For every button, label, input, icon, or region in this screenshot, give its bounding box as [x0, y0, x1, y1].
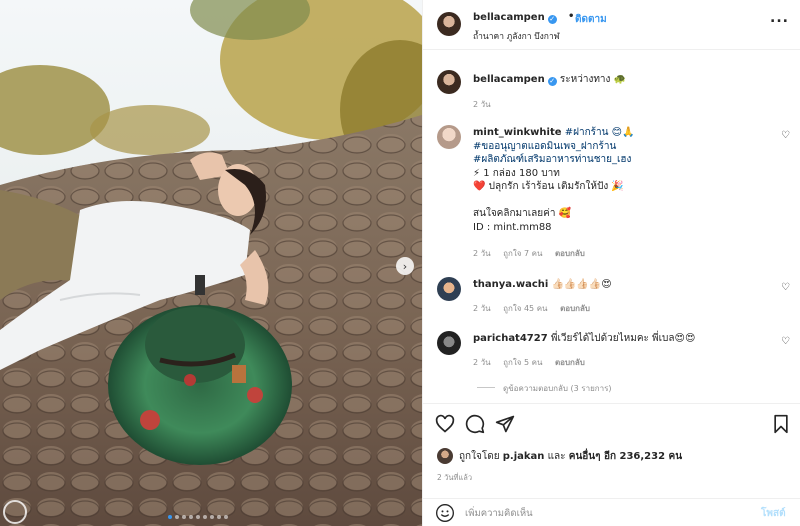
carousel-next-button[interactable]: ›	[396, 257, 414, 275]
comment-like-heart-icon[interactable]: ♡	[781, 130, 790, 141]
photo-illustration	[0, 0, 422, 526]
comment-line[interactable]: #ฝากร้าน 😊🙏	[565, 127, 635, 138]
comment-mint-winkwhite: mint_winkwhite #ฝากร้าน 😊🙏 #ขออนุญาตแอดม…	[473, 126, 773, 234]
comment-likes[interactable]: ถูกใจ 7 คน	[503, 249, 542, 258]
carousel-dot	[210, 515, 214, 519]
comment-username[interactable]: parichat4727	[473, 333, 548, 344]
add-comment-bar: โพสต์	[423, 498, 800, 526]
liker-avatar[interactable]	[437, 448, 453, 464]
caption-text: ระหว่างทาง 🐢	[559, 74, 627, 85]
comment-meta: 2 วัน ถูกใจ 5 คน ตอบกลับ	[473, 356, 595, 369]
post-timestamp[interactable]: 2 วันที่แล้ว	[437, 472, 472, 484]
comment-likes[interactable]: ถูกใจ 45 คน	[503, 304, 547, 313]
follow-button[interactable]: ติดตาม	[575, 12, 607, 27]
comment-time[interactable]: 2 วัน	[473, 358, 491, 367]
comment-parichat4727: parichat4727 พี่เวียร์ได้ไปด้วยไหมคะ พี่…	[473, 332, 773, 346]
reply-button[interactable]: ตอบกลับ	[555, 358, 585, 367]
post-location[interactable]: ถ้ำนาคา ภูลังกา บึงกาฬ	[473, 29, 560, 43]
reply-button[interactable]: ตอบกลับ	[555, 249, 585, 258]
carousel-dot	[189, 515, 193, 519]
comment-like-heart-icon[interactable]: ♡	[781, 336, 790, 347]
likes-others[interactable]: คนอื่นๆ อีก 236,232 คน	[569, 449, 682, 464]
view-replies-label[interactable]: ดูข้อความตอบกลับ (3 รายการ)	[503, 384, 612, 393]
post-side-panel: bellacampen ✓ • ติดตาม ถ้ำนาคา ภูลังกา บึ…	[422, 0, 800, 526]
carousel-dot	[175, 515, 179, 519]
comment-text: 👍🏻👍🏻👍🏻👍🏻😍	[551, 279, 612, 290]
comment-line: สนใจคลิกมาเลยค่า 🥰	[473, 208, 572, 219]
comment-meta: 2 วัน ถูกใจ 7 คน ตอบกลับ	[473, 247, 595, 260]
carousel-dot	[224, 515, 228, 519]
verified-badge-icon: ✓	[547, 77, 557, 86]
caption-time[interactable]: 2 วัน	[473, 100, 491, 109]
reply-button[interactable]: ตอบกลับ	[560, 304, 590, 313]
view-replies-button[interactable]: ดูข้อความตอบกลับ (3 รายการ)	[477, 382, 612, 395]
carousel-dots	[168, 515, 228, 519]
comment-line: ID : mint.mm88	[473, 221, 552, 233]
commenter-avatar[interactable]	[437, 125, 461, 149]
comment-likes[interactable]: ถูกใจ 5 คน	[503, 358, 542, 367]
verified-badge-icon: ✓	[547, 15, 557, 24]
comment-time[interactable]: 2 วัน	[473, 249, 491, 258]
comment-username[interactable]: mint_winkwhite	[473, 127, 562, 138]
likes-summary: ถูกใจโดย p.jakan และ คนอื่นๆ อีก 236,232…	[437, 448, 682, 464]
comment-line: ❤️ ปลุกรัก เร้าร้อน เติมรักให้ปัง 🎉	[473, 181, 624, 192]
liker-username[interactable]: p.jakan	[503, 451, 545, 462]
author-username[interactable]: bellacampen ✓	[473, 12, 557, 24]
commenter-avatar[interactable]	[437, 277, 461, 301]
like-button[interactable]	[435, 414, 455, 437]
caption-username[interactable]: bellacampen	[473, 74, 545, 85]
tagged-users-icon[interactable]	[3, 500, 27, 524]
share-button[interactable]	[495, 414, 515, 437]
comment-thanya-wachi: thanya.wachi 👍🏻👍🏻👍🏻👍🏻😍	[473, 278, 773, 292]
comment-line: ⚡ 1 กล่อง 180 บาท	[473, 167, 560, 179]
comment-username[interactable]: thanya.wachi	[473, 279, 548, 290]
bookmark-icon	[774, 414, 788, 434]
comment-like-heart-icon[interactable]: ♡	[781, 282, 790, 293]
comment-time[interactable]: 2 วัน	[473, 304, 491, 313]
carousel-dot	[196, 515, 200, 519]
post-button[interactable]: โพสต์	[761, 506, 786, 521]
more-options-button[interactable]: ...	[770, 10, 789, 26]
paper-plane-icon	[495, 415, 515, 433]
post-header: bellacampen ✓ • ติดตาม ถ้ำนาคา ภูลังกา บึ…	[423, 0, 800, 50]
author-avatar[interactable]	[437, 12, 461, 36]
comment-line[interactable]: #ผลิตภัณฑ์เสริมอาหารท่านชาย_เฮง	[473, 153, 773, 167]
header-separator: •	[568, 11, 575, 22]
carousel-dot	[182, 515, 186, 519]
comment-line-blank	[473, 194, 773, 208]
action-bar: ถูกใจโดย p.jakan และ คนอื่นๆ อีก 236,232…	[423, 403, 800, 498]
heart-icon	[435, 414, 455, 433]
caption-meta: 2 วัน	[473, 98, 501, 111]
post-photo[interactable]: ›	[0, 0, 422, 526]
likes-prefix: ถูกใจโดย	[459, 450, 500, 462]
carousel-dot	[203, 515, 207, 519]
caption: bellacampen ✓ ระหว่างทาง 🐢	[473, 72, 626, 87]
smiley-icon	[436, 504, 454, 522]
author-username-text[interactable]: bellacampen	[473, 12, 545, 23]
comment-button[interactable]	[465, 414, 485, 437]
comment-meta: 2 วัน ถูกใจ 45 คน ตอบกลับ	[473, 302, 600, 315]
carousel-dot	[217, 515, 221, 519]
comment-line[interactable]: #ขออนุญาตแอดมินเพจ_ฝากร้าน	[473, 140, 773, 154]
comments-list[interactable]: bellacampen ✓ ระหว่างทาง 🐢 2 วัน mint_win…	[423, 51, 800, 403]
commenter-avatar[interactable]	[437, 331, 461, 355]
comment-icon	[465, 414, 485, 434]
likes-and: และ	[547, 450, 566, 462]
chevron-right-icon: ›	[402, 259, 408, 273]
emoji-button[interactable]	[435, 503, 455, 526]
replies-divider	[477, 387, 495, 388]
save-button[interactable]	[771, 414, 791, 437]
comment-text: พี่เวียร์ได้ไปด้วยไหมคะ พี่เบล😍😍	[550, 333, 696, 344]
caption-avatar[interactable]	[437, 70, 461, 94]
carousel-dot-active	[168, 515, 172, 519]
comment-input[interactable]	[465, 504, 745, 522]
